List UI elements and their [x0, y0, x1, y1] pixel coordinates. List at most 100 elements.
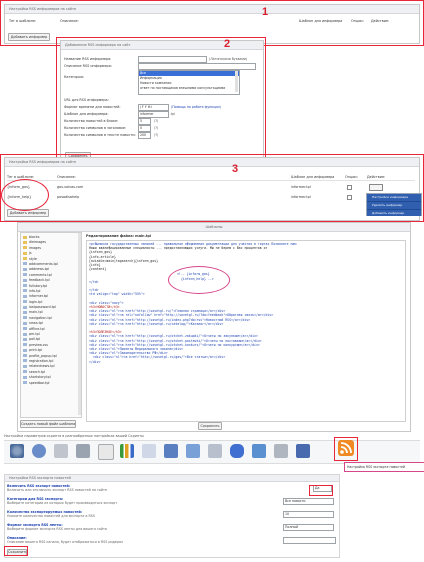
file-icon: [23, 327, 27, 331]
file-tree-label: feedback.tpl: [29, 278, 50, 283]
file-tree-label: addnews.tpl: [29, 267, 50, 272]
file-header: Редактирование файла: main.tpl: [86, 234, 152, 238]
file-icon: [23, 273, 27, 277]
file-tree-item[interactable]: speedbar.tpl: [23, 381, 58, 386]
settings-row: Количество экспортируемых новостей: Укажи…: [7, 510, 95, 518]
rss-icon-highlight: [334, 437, 358, 461]
file-tree-label: js: [29, 251, 32, 256]
statistics-icon[interactable]: [120, 444, 134, 458]
settings-select[interactable]: 10: [283, 511, 334, 518]
plugin-icon[interactable]: [296, 444, 310, 458]
circle-highlight-tags: [1, 179, 49, 211]
folder-icon: [23, 235, 27, 239]
file-tree-label: style: [29, 256, 37, 261]
file-icon: [23, 284, 27, 288]
file-icon: [23, 294, 27, 298]
file-tree-label: navigation.tpl: [29, 315, 52, 320]
editor-title: Шаблоны: [18, 223, 410, 232]
file-tree-label: lostpassword.tpl: [29, 305, 56, 310]
enable-select-highlight: [309, 485, 333, 496]
file-icon: [23, 278, 27, 282]
settings-form: Настройки RSS экспорта новостей Включить…: [4, 474, 340, 558]
file-tree-label: registration.tpl: [29, 358, 54, 363]
step-badge-3: 3: [232, 163, 239, 175]
new-template-file-button[interactable]: Создать новый файл шаблона: [20, 420, 76, 428]
file-icon: [23, 289, 27, 293]
file-tree-label: info.tpl: [29, 288, 41, 293]
settings-select[interactable]: [283, 537, 336, 544]
file-icon: [23, 262, 27, 266]
file-tree-label: login.tpl: [29, 299, 43, 304]
code-line: </div>: [89, 359, 101, 364]
tools-icon[interactable]: [76, 444, 90, 458]
file-tree-label: news.tpl: [29, 321, 43, 326]
settings-row-description: Описание вашего RSS канала, будет отобра…: [7, 540, 124, 544]
edit-icon[interactable]: [54, 444, 68, 458]
file-tree-label: dleimages: [29, 240, 47, 245]
settings-area: Настройки параметров скрипта в разнообра…: [4, 434, 424, 562]
file-icon: [23, 354, 27, 358]
settings-section-title: Настройки параметров скрипта в разнообра…: [4, 434, 144, 438]
template-icon[interactable]: [208, 444, 222, 458]
step-badge-1: 1: [262, 6, 269, 18]
settings-select[interactable]: Полный: [283, 524, 334, 531]
settings-gear-icon[interactable]: [10, 444, 24, 458]
settings-row-description: Укажите количество новостей для экспорта…: [7, 514, 95, 518]
settings-row-description: Выберите категории из которых будет прои…: [7, 501, 118, 505]
settings-select[interactable]: Все новости: [283, 498, 334, 505]
file-tree-label: pm.tpl: [29, 332, 40, 337]
file-tree-label: relatednews.tpl: [29, 364, 55, 369]
users-icon[interactable]: [32, 444, 46, 458]
settings-row-description: Включить или отключить экспорт RSS новос…: [7, 488, 107, 492]
file-tree-label: main.tpl: [29, 310, 43, 315]
file-icon: [23, 321, 27, 325]
file-icon: [23, 359, 27, 363]
step-badge-2: 2: [224, 38, 231, 50]
file-tree-label: blocks: [29, 235, 40, 239]
file-icon: [23, 332, 27, 336]
file-icon: [23, 364, 27, 368]
file-tree-label: speedbar.tpl: [29, 380, 50, 385]
file-icon: [23, 305, 27, 309]
file-icon: [23, 337, 27, 341]
file-tree-scrollbar[interactable]: [78, 233, 81, 415]
file-tree-label: shortstory.tpl: [29, 375, 51, 380]
save-template-button[interactable]: Сохранить: [198, 422, 222, 430]
calendar-icon[interactable]: [164, 444, 178, 458]
file-tree-label: comments.tpl: [29, 272, 52, 277]
file-icon: [23, 267, 27, 271]
layout-icon[interactable]: [186, 444, 200, 458]
folder-icon: [23, 240, 27, 244]
save-settings-highlight: [4, 546, 28, 556]
folder-icon: [23, 251, 27, 255]
highlight-box-2: [56, 37, 266, 168]
settings-row: Включить RSS экспорт новостей: Включить и…: [7, 484, 107, 492]
callout-line-2: {inform_help} -->: [181, 277, 214, 281]
file-icon: [23, 316, 27, 320]
file-icon: [23, 348, 27, 352]
template-editor: Шаблоны blocks dleimages images js style addc…: [17, 222, 411, 432]
file-tree-label: search.tpl: [29, 369, 46, 374]
file-icon: [23, 300, 27, 304]
settings-row: Описание: Описание вашего RSS канала, буд…: [7, 536, 123, 544]
file-tree: blocks dleimages images js style addcomments.…: [20, 232, 82, 418]
file-tree-label: profile_popup.tpl: [29, 353, 57, 358]
mail-icon[interactable]: [274, 444, 288, 458]
file-tree-label: addcomments.tpl: [29, 261, 58, 266]
form-title: Настройки RSS экспорта новостей: [5, 475, 339, 482]
settings-row-description: Выберите формат экспорта RSS ленты для в…: [7, 527, 107, 531]
users-group-icon[interactable]: [230, 444, 244, 458]
document-icon[interactable]: [98, 444, 114, 460]
file-tree-label: poll.tpl: [29, 337, 41, 342]
file-tree-label: fullstory.tpl: [29, 283, 48, 288]
photo-icon[interactable]: [142, 444, 156, 458]
file-icon: [23, 370, 27, 374]
callout-line-1: <!-- {inform_gos}: [177, 272, 210, 276]
folder-icon: [23, 257, 27, 261]
file-tree-label: offline.tpl: [29, 326, 45, 331]
monitor-icon[interactable]: [252, 444, 266, 458]
file-icon: [23, 375, 27, 379]
folder-icon: [23, 246, 27, 250]
code-editor[interactable]: <p>Выписка государственных записей ... п…: [86, 240, 406, 422]
file-icon: [23, 381, 27, 385]
